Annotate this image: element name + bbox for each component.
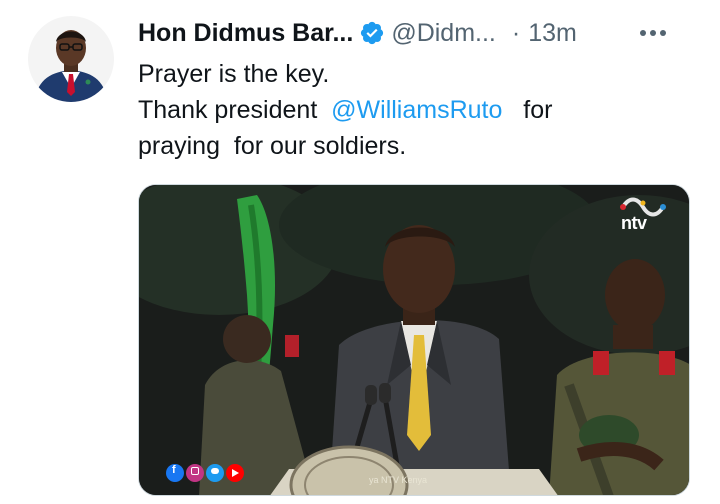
channel-name: ntv (621, 213, 647, 233)
mention-link[interactable]: @WilliamsRuto (331, 96, 502, 124)
tweet-header: Hon Didmus Bar... @Didm... · 13m (138, 16, 698, 50)
tweet[interactable]: Hon Didmus Bar... @Didm... · 13m Prayer … (0, 0, 720, 504)
ntv-logo: ntv (615, 195, 671, 237)
tweet-line-2: Thank president @WilliamsRuto for (138, 92, 698, 128)
broadcast-ticker: ya NTV Kenya (369, 475, 428, 485)
youtube-icon (232, 469, 239, 477)
tweet-line-3: praying for our soldiers. (138, 132, 407, 160)
separator-dot: · (511, 18, 521, 47)
author-display-name[interactable]: Hon Didmus Bar... (138, 19, 353, 48)
tweet-line-1: Prayer is the key. (138, 60, 330, 88)
avatar[interactable] (28, 16, 114, 102)
tweet-timestamp[interactable]: 13m (528, 19, 577, 48)
author-handle[interactable]: @Didm... (391, 19, 496, 48)
tweet-text: Prayer is the key. Thank president @Will… (138, 56, 698, 164)
tweet-media-image[interactable]: f ya NTV Kenya ntv (138, 184, 690, 496)
more-horizontal-icon[interactable] (636, 20, 670, 46)
instagram-icon (191, 467, 199, 475)
facebook-icon: f (172, 464, 176, 476)
tweet-line-2-prefix: Thank president (138, 96, 332, 124)
verified-badge-icon (361, 21, 384, 45)
tweet-line-2-suffix: for (502, 96, 553, 124)
twitter-icon (211, 468, 219, 474)
